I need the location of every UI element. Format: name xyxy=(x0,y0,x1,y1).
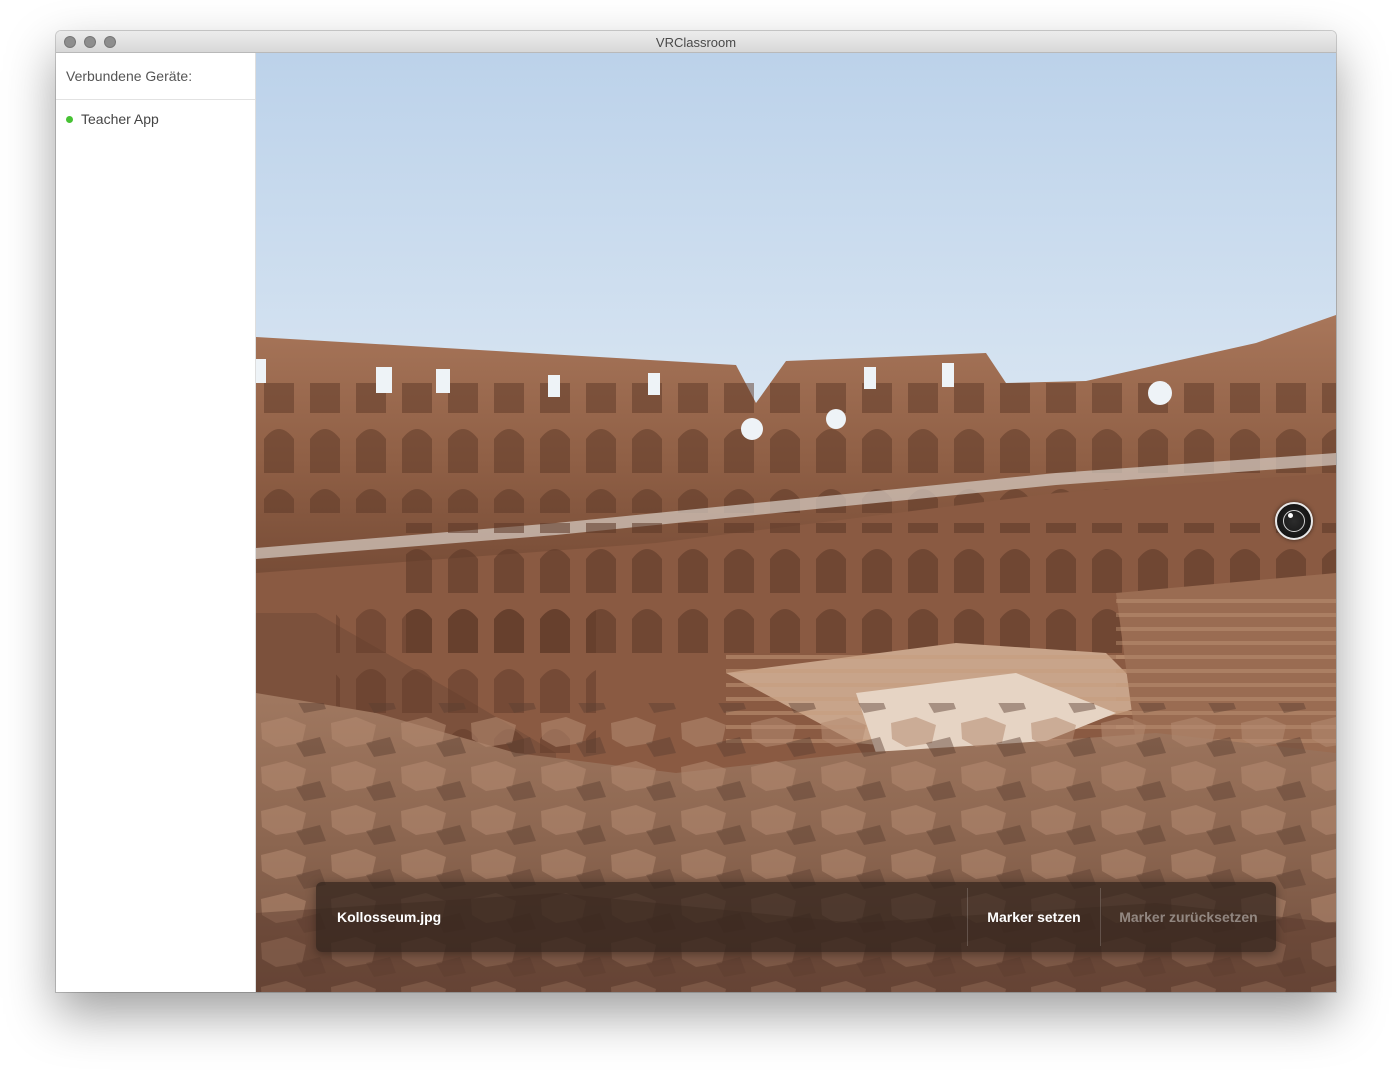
device-item-teacher-app[interactable]: Teacher App xyxy=(66,109,159,129)
reset-marker-button[interactable]: Marker zurücksetzen xyxy=(1101,882,1276,952)
colosseum-panorama-image xyxy=(256,53,1336,992)
title-bar[interactable]: VRClassroom xyxy=(56,31,1336,53)
app-window: VRClassroom Verbundene Geräte: Teacher A… xyxy=(56,31,1336,992)
devices-header: Verbundene Geräte: xyxy=(56,53,255,100)
gaze-marker-icon[interactable] xyxy=(1275,502,1313,540)
marker-ring xyxy=(1283,510,1305,532)
window-title: VRClassroom xyxy=(655,35,737,50)
connected-status-icon xyxy=(66,115,73,123)
devices-sidebar: Verbundene Geräte: Teacher App xyxy=(56,53,256,992)
panorama-viewer[interactable]: Kollosseum.jpg Marker setzen Marker zurü… xyxy=(256,53,1336,992)
marker-highlight xyxy=(1288,513,1293,518)
image-filename: Kollosseum.jpg xyxy=(337,909,442,925)
set-marker-button[interactable]: Marker setzen xyxy=(968,882,1100,952)
device-label: Teacher App xyxy=(81,111,159,127)
image-toolbar: Kollosseum.jpg Marker setzen Marker zurü… xyxy=(316,882,1276,952)
